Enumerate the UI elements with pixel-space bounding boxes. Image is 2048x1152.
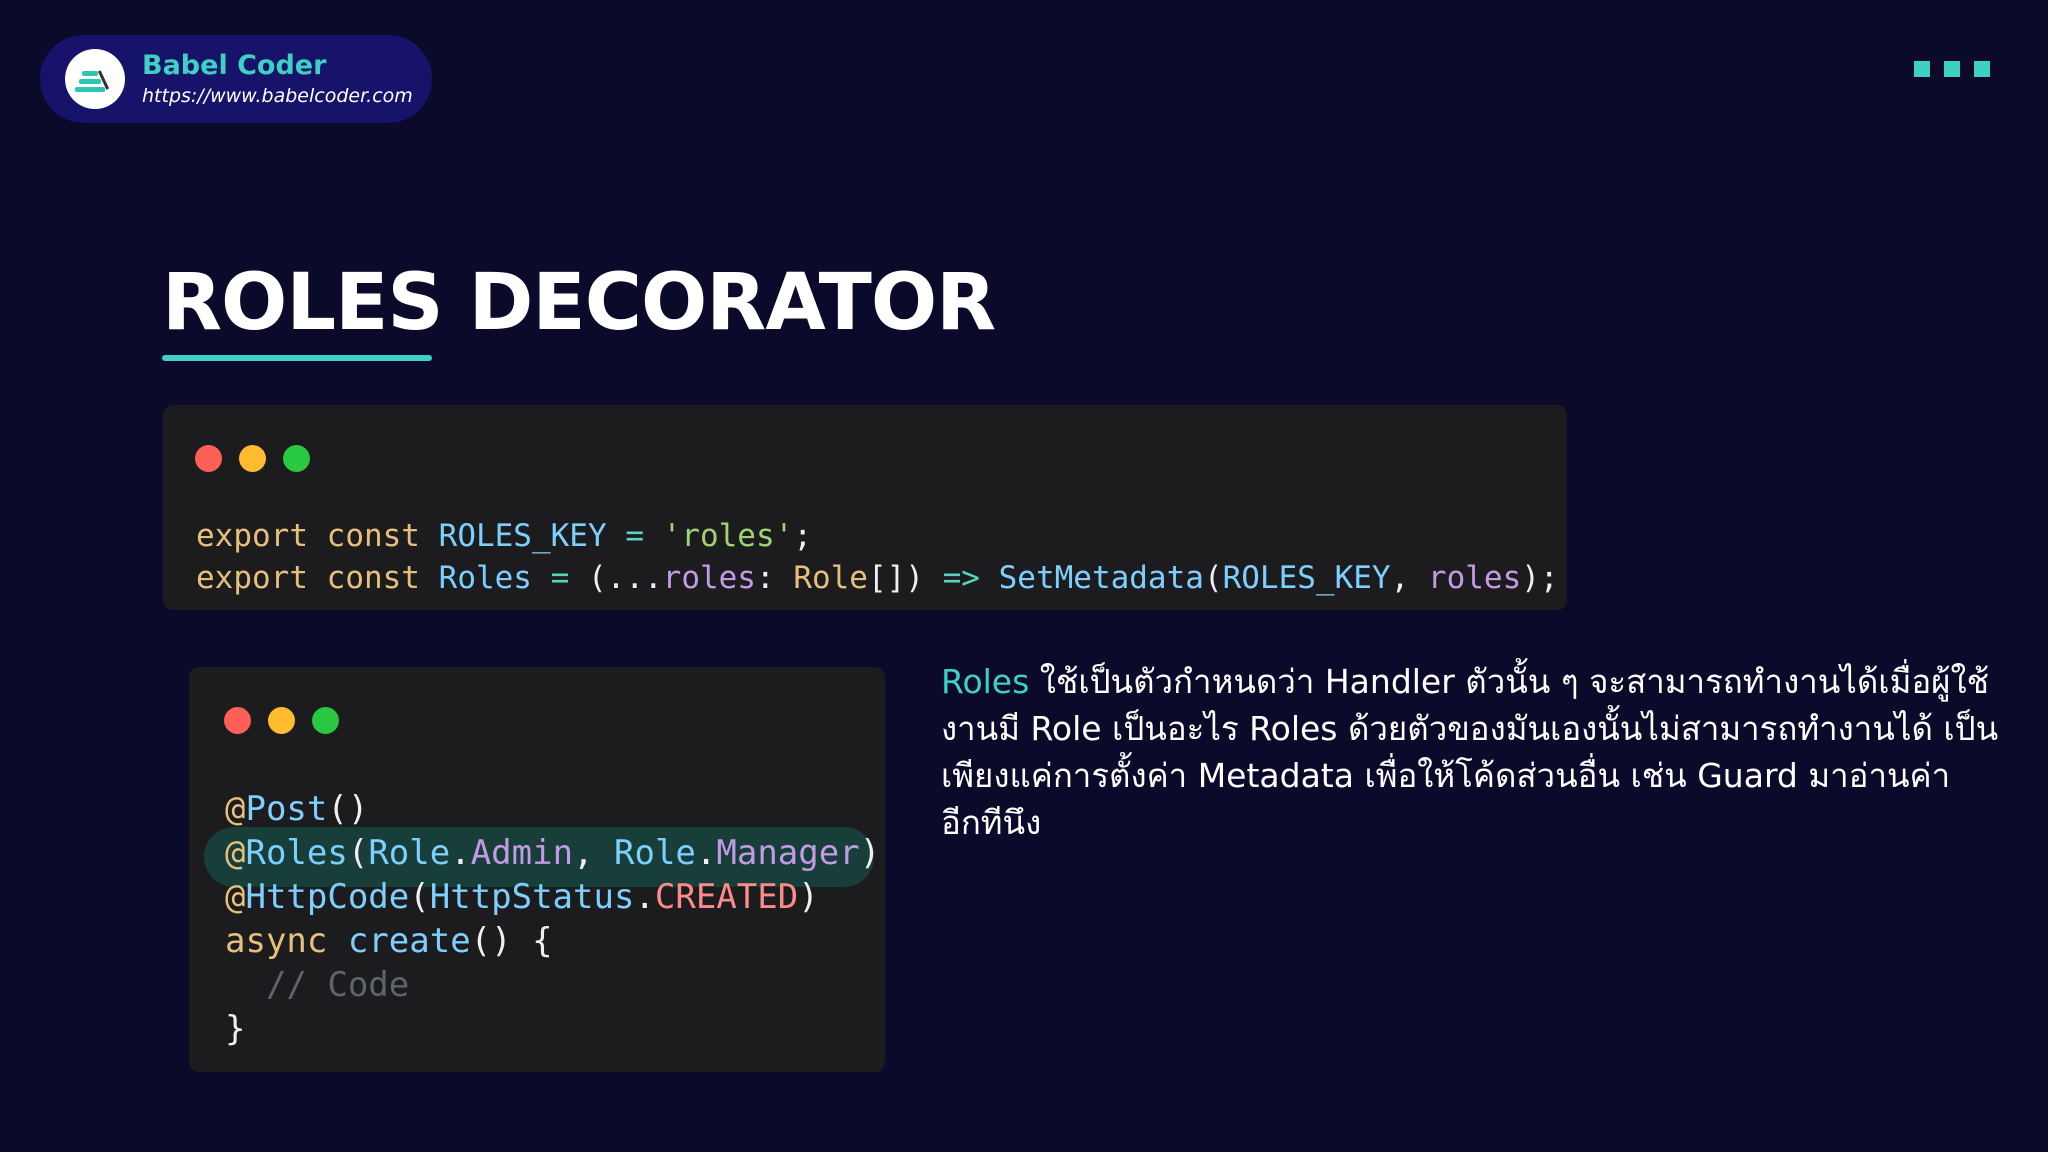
minimize-dot-icon bbox=[268, 707, 295, 734]
menu-square-icon bbox=[1914, 61, 1930, 77]
code-line: @Post() bbox=[225, 787, 880, 831]
code-token: } bbox=[225, 1009, 246, 1049]
maximize-dot-icon bbox=[312, 707, 339, 734]
menu-square-icon bbox=[1974, 61, 1990, 77]
menu-square-icon bbox=[1944, 61, 1960, 77]
code-token: () { bbox=[470, 921, 553, 961]
description: Roles ใช้เป็นตัวกำหนดว่า Handler ตัวนั้น… bbox=[941, 658, 1999, 846]
code-token: roles bbox=[662, 560, 756, 596]
code-token: CREATED bbox=[654, 877, 799, 917]
code-token: , bbox=[1390, 560, 1428, 596]
code-token: ; bbox=[793, 518, 812, 554]
maximize-dot-icon bbox=[283, 445, 310, 472]
three-squares-menu-icon[interactable] bbox=[1914, 61, 1990, 77]
code-token: ( bbox=[347, 833, 369, 873]
close-dot-icon bbox=[195, 445, 222, 472]
code-line: export const Roles = (...roles: Role[]) … bbox=[196, 557, 1559, 599]
code-token: async bbox=[225, 921, 328, 961]
code-token: . bbox=[695, 833, 717, 873]
code-token: []) bbox=[867, 560, 943, 596]
code-token: => bbox=[942, 560, 980, 596]
code-token: Roles bbox=[438, 560, 532, 596]
code-token: @ bbox=[225, 789, 246, 829]
code-line: } bbox=[225, 1007, 880, 1051]
description-text: ใช้เป็นตัวกำหนดว่า Handler ตัวนั้น ๆ จะส… bbox=[1029, 662, 1990, 701]
code-token: 'roles' bbox=[662, 518, 794, 554]
close-dot-icon bbox=[224, 707, 251, 734]
code-token: ) bbox=[859, 833, 881, 873]
code-token: export bbox=[196, 560, 308, 596]
description-line: เพียงแค่การตั้งค่า Metadata เพื่อให้โค้ด… bbox=[941, 756, 1951, 795]
brand-text: Babel Coder https://www.babelcoder.com bbox=[142, 49, 413, 109]
code-token: ROLES_KEY bbox=[1222, 560, 1391, 596]
code-line: @HttpCode(HttpStatus.CREATED) bbox=[225, 875, 880, 919]
code-token: Role bbox=[368, 833, 451, 873]
code-listing: export const ROLES_KEY = 'roles'; export … bbox=[196, 515, 1559, 599]
code-token: , bbox=[573, 833, 615, 873]
code-token: () bbox=[327, 789, 369, 829]
code-token: HttpStatus bbox=[429, 877, 635, 917]
brand-pill[interactable]: Babel Coder https://www.babelcoder.com bbox=[40, 35, 432, 123]
slide: Babel Coder https://www.babelcoder.com R… bbox=[0, 0, 2048, 1152]
window-controls bbox=[195, 445, 310, 472]
code-token: Post bbox=[245, 789, 328, 829]
code-listing: @Post() @Roles(Role.Admin, Role.Manager) @… bbox=[225, 787, 880, 1051]
code-line: export const ROLES_KEY = 'roles'; bbox=[196, 515, 1559, 557]
code-token: Role bbox=[614, 833, 696, 873]
code-token: const bbox=[326, 560, 420, 596]
code-line: async create() { bbox=[225, 919, 880, 963]
code-token: Admin bbox=[470, 833, 574, 873]
babel-coder-logo-icon bbox=[65, 49, 125, 109]
code-token: . bbox=[634, 877, 655, 917]
code-token: ( bbox=[409, 877, 430, 917]
code-token: (... bbox=[588, 560, 663, 596]
code-token: const bbox=[326, 518, 420, 554]
brand-url[interactable]: https://www.babelcoder.com bbox=[142, 83, 413, 109]
code-token: HttpCode bbox=[245, 877, 410, 917]
code-window-definition: export const ROLES_KEY = 'roles'; export … bbox=[163, 405, 1567, 610]
title-underline bbox=[162, 355, 432, 361]
code-token: create bbox=[347, 921, 471, 961]
code-line: // Code bbox=[225, 963, 880, 1007]
code-token: : bbox=[755, 560, 794, 596]
code-token: ROLES_KEY bbox=[438, 518, 607, 554]
code-line: @Roles(Role.Admin, Role.Manager) bbox=[225, 831, 880, 875]
description-line: Roles ใช้เป็นตัวกำหนดว่า Handler ตัวนั้น… bbox=[941, 658, 1989, 705]
code-window-usage: @Post() @Roles(Role.Admin, Role.Manager) @… bbox=[189, 667, 885, 1072]
code-token: roles bbox=[1427, 560, 1522, 596]
code-token: ( bbox=[1203, 560, 1223, 596]
description-line: อีกทีนึง bbox=[941, 803, 1042, 842]
slide-title: ROLES DECORATOR bbox=[162, 258, 996, 348]
code-token: ); bbox=[1521, 560, 1559, 596]
description-accent-word: Roles bbox=[941, 662, 1030, 701]
code-token: Roles bbox=[245, 833, 348, 873]
code-token: SetMetadata bbox=[998, 560, 1204, 596]
code-token: Manager bbox=[716, 833, 860, 873]
code-token: ) bbox=[798, 877, 819, 917]
code-token: = bbox=[550, 560, 570, 596]
code-token: Role bbox=[793, 560, 868, 596]
code-token: export bbox=[196, 518, 308, 554]
window-controls bbox=[224, 707, 339, 734]
brand-name: Babel Coder bbox=[142, 50, 327, 81]
description-line: งานมี Role เป็นอะไร Roles ด้วยตัวของมันเ… bbox=[941, 709, 1999, 748]
minimize-dot-icon bbox=[239, 445, 266, 472]
code-token: // Code bbox=[225, 965, 410, 1005]
code-token: . bbox=[450, 833, 471, 873]
code-token: = bbox=[625, 518, 644, 554]
code-token: @ bbox=[225, 877, 246, 917]
code-token: @ bbox=[225, 833, 246, 873]
